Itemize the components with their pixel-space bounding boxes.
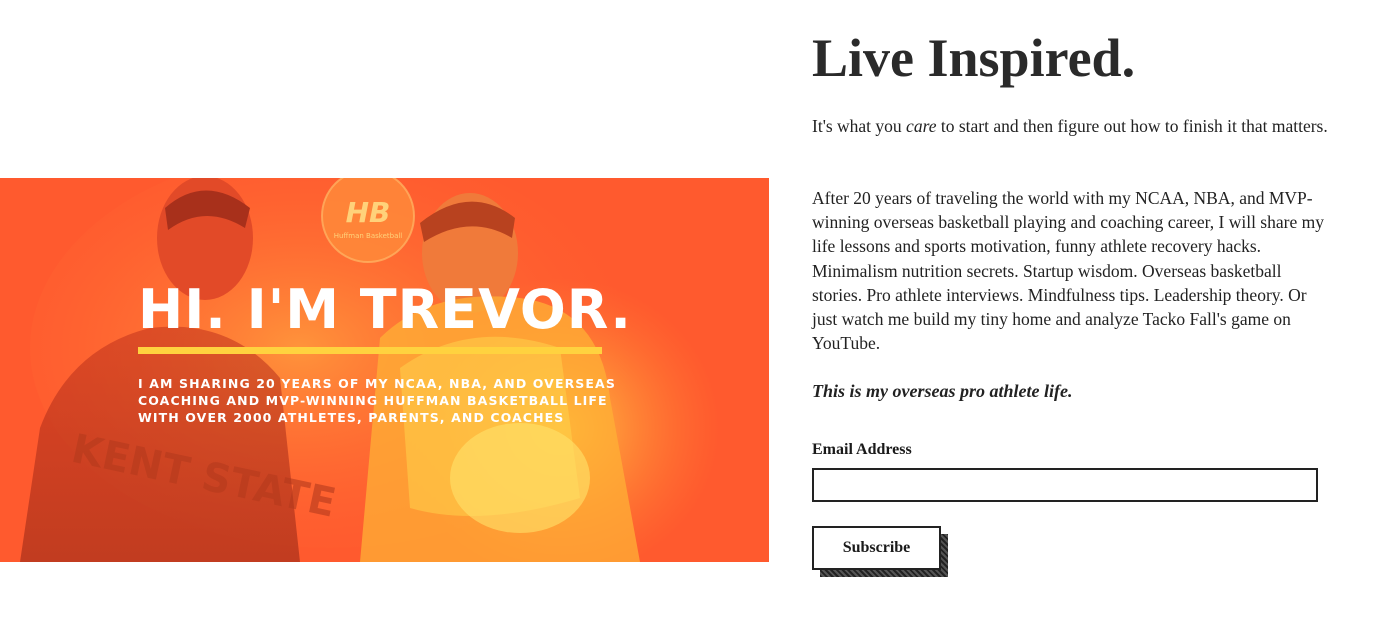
subscribe-control: Subscribe: [812, 526, 948, 577]
hero-divider: [138, 347, 602, 354]
hb-logo-caption: Huffman Basketball: [334, 232, 403, 240]
email-field[interactable]: [812, 468, 1318, 502]
hero-subtitle: I AM SHARING 20 YEARS OF MY NCAA, NBA, A…: [138, 376, 616, 425]
tagline: This is my overseas pro athlete life.: [812, 381, 1073, 401]
hb-logo-text: HB: [346, 196, 391, 229]
hero-title: HI. I'M TREVOR.: [138, 278, 632, 341]
intro-content: Live Inspired. It's what you care to sta…: [812, 26, 1332, 577]
hb-logo-icon: HB Huffman Basketball: [321, 178, 415, 263]
email-label: Email Address: [812, 441, 912, 458]
subscribe-button[interactable]: Subscribe: [812, 526, 941, 570]
intro-emphasis: care: [906, 116, 937, 136]
story-paragraph: After 20 years of traveling the world wi…: [812, 188, 1324, 354]
page-title: Live Inspired.: [812, 28, 1136, 88]
intro-text-start: It's what you: [812, 116, 907, 136]
hero-banner: KENT STATE HB Huffman Basketball HI. I'M…: [0, 178, 769, 562]
intro-paragraph: It's what you care to start and then fig…: [812, 114, 1332, 138]
hero-photo: KENT STATE HB Huffman Basketball: [0, 178, 769, 562]
intro-text-end: to start and then figure out how to fini…: [936, 116, 1328, 136]
